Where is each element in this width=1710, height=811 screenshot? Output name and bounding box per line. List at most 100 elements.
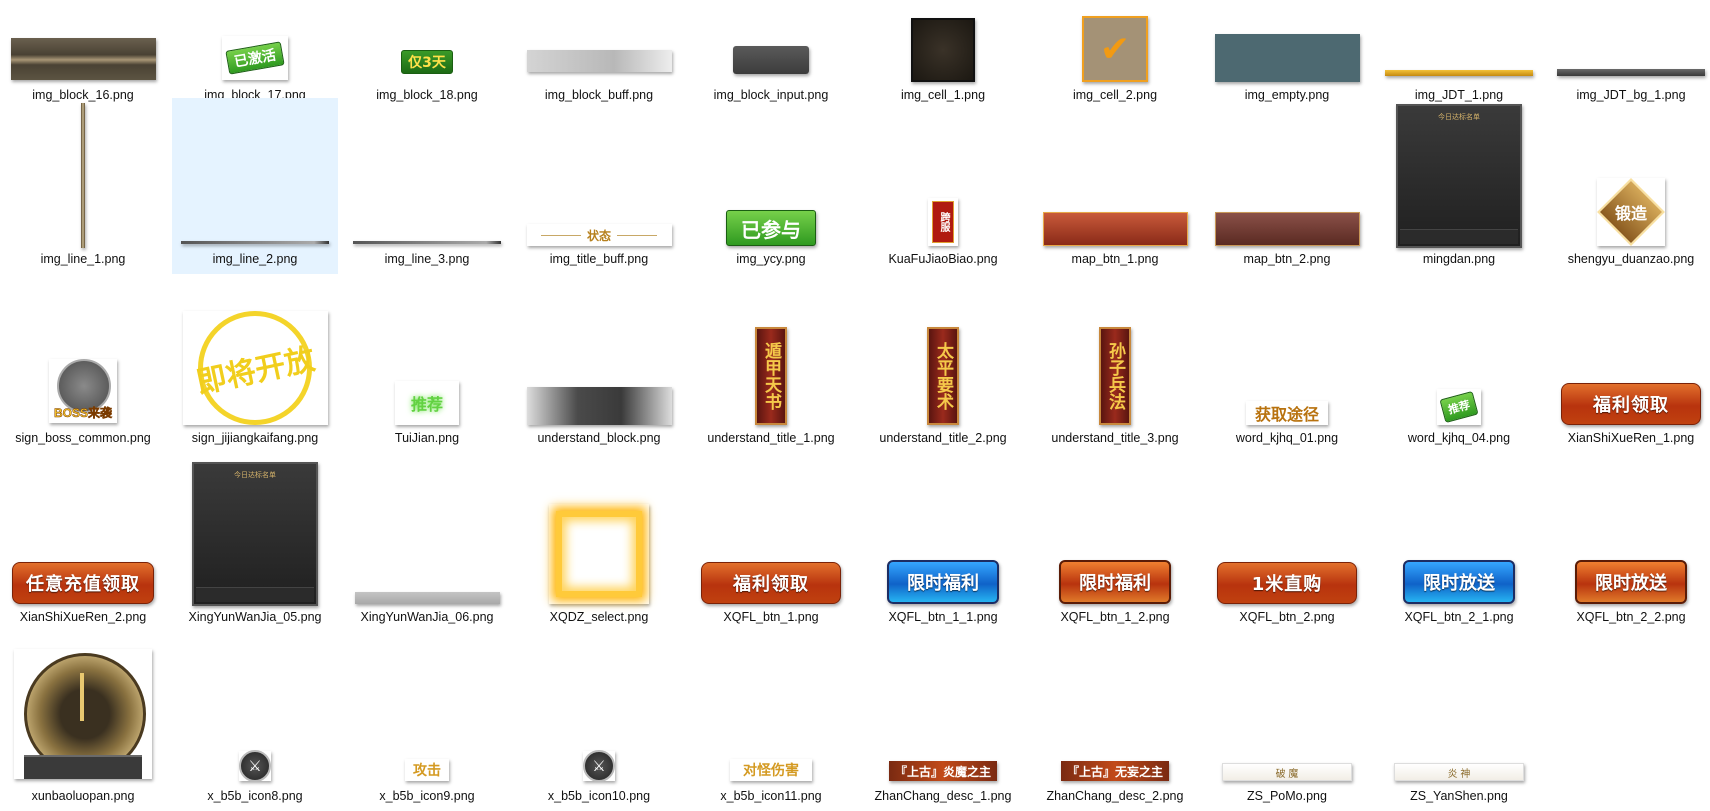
- file-name: understand_block.png: [537, 431, 661, 445]
- thumbnail: 推荐: [1376, 281, 1542, 427]
- thumbnail: 炎 神: [1376, 639, 1542, 785]
- thumbnail: 限时福利: [860, 460, 1026, 606]
- file-tile[interactable]: 1米直购 XQFL_btn_2.png: [1204, 456, 1370, 632]
- file-tile[interactable]: 推荐 TuiJian.png: [344, 277, 510, 453]
- file-tile[interactable]: img_line_2.png: [172, 98, 338, 274]
- thumbnail: [1032, 102, 1198, 248]
- file-tile[interactable]: 任意充值领取 XianShiXueRen_2.png: [0, 456, 166, 632]
- file-tile[interactable]: img_line_1.png: [0, 98, 166, 274]
- file-name: XQFL_btn_2_2.png: [1576, 610, 1686, 624]
- file-tile[interactable]: img_block_buff.png: [516, 0, 682, 110]
- file-tile[interactable]: 福利领取 XQFL_btn_1.png: [688, 456, 854, 632]
- file-name: ZhanChang_desc_1.png: [874, 789, 1012, 803]
- file-name: shengyu_duanzao.png: [1567, 252, 1695, 266]
- thumbnail: 破 魔: [1204, 639, 1370, 785]
- thumbnail: [1204, 102, 1370, 248]
- thumbnail: 今日达标名单: [172, 460, 338, 606]
- file-name: xunbaoluopan.png: [31, 789, 135, 803]
- file-tile[interactable]: 限时放送 XQFL_btn_2_1.png: [1376, 456, 1542, 632]
- file-tile[interactable]: img_JDT_1.png: [1376, 0, 1542, 110]
- file-tile[interactable]: 已激活 img_block_17.png: [172, 0, 338, 110]
- file-tile[interactable]: img_cell_1.png: [860, 0, 1026, 110]
- file-tile[interactable]: 攻击 x_b5b_icon9.png: [344, 635, 510, 811]
- thumbnail: [344, 102, 510, 248]
- file-tile[interactable]: ⚔ x_b5b_icon10.png: [516, 635, 682, 811]
- file-name: XianShiXueRen_1.png: [1567, 431, 1695, 445]
- thumbnail: 状态: [516, 102, 682, 248]
- file-tile[interactable]: ✔ img_cell_2.png: [1032, 0, 1198, 110]
- file-tile[interactable]: 今日达标名单 XingYunWanJia_05.png: [172, 456, 338, 632]
- thumbnail: [0, 102, 166, 248]
- file-tile[interactable]: 对怪伤害 x_b5b_icon11.png: [688, 635, 854, 811]
- file-name: XQFL_btn_1_2.png: [1060, 610, 1170, 624]
- file-tile[interactable]: 状态 img_title_buff.png: [516, 98, 682, 274]
- file-grid: img_block_16.png 已激活 img_block_17.png 仅3…: [0, 0, 1710, 803]
- file-tile[interactable]: 限时福利 XQFL_btn_1_2.png: [1032, 456, 1198, 632]
- file-name: understand_title_3.png: [1051, 431, 1179, 445]
- file-name: TuiJian.png: [394, 431, 460, 445]
- file-tile[interactable]: 获取途径 word_kjhq_01.png: [1204, 277, 1370, 453]
- file-name: XQFL_btn_1.png: [723, 610, 819, 624]
- file-tile[interactable]: 推荐 word_kjhq_04.png: [1376, 277, 1542, 453]
- file-tile[interactable]: 即将开放 sign_jijiangkaifang.png: [172, 277, 338, 453]
- thumbnail: 『上古』炎魔之主: [860, 639, 1026, 785]
- file-tile[interactable]: map_btn_2.png: [1204, 98, 1370, 274]
- thumbnail: BOSS来袭: [0, 281, 166, 427]
- file-tile[interactable]: 跨服 KuaFuJiaoBiao.png: [860, 98, 1026, 274]
- file-tile[interactable]: map_btn_1.png: [1032, 98, 1198, 274]
- thumbnail: 锻造: [1548, 102, 1710, 248]
- file-tile[interactable]: 已参与 img_ycy.png: [688, 98, 854, 274]
- file-tile[interactable]: img_block_16.png: [0, 0, 166, 110]
- thumbnail: 任意充值领取: [0, 460, 166, 606]
- file-tile[interactable]: 孙子兵法 understand_title_3.png: [1032, 277, 1198, 453]
- file-name: XQFL_btn_2_1.png: [1404, 610, 1514, 624]
- thumbnail: 跨服: [860, 102, 1026, 248]
- file-tile[interactable]: 遁甲天书 understand_title_1.png: [688, 277, 854, 453]
- file-tile[interactable]: xunbaoluopan.png: [0, 635, 166, 811]
- file-name: img_line_2.png: [212, 252, 298, 266]
- file-name: img_line_1.png: [40, 252, 126, 266]
- file-tile[interactable]: 限时放送 XQFL_btn_2_2.png: [1548, 456, 1710, 632]
- file-tile[interactable]: 『上古』无妄之主 ZhanChang_desc_2.png: [1032, 635, 1198, 811]
- thumbnail: [0, 0, 166, 84]
- file-name: x_b5b_icon11.png: [720, 789, 822, 803]
- file-name: x_b5b_icon8.png: [207, 789, 303, 803]
- file-tile[interactable]: 『上古』炎魔之主 ZhanChang_desc_1.png: [860, 635, 1026, 811]
- file-name: sign_boss_common.png: [15, 431, 151, 445]
- file-name: word_kjhq_01.png: [1235, 431, 1339, 445]
- file-tile[interactable]: 破 魔 ZS_PoMo.png: [1204, 635, 1370, 811]
- file-tile[interactable]: img_empty.png: [1204, 0, 1370, 110]
- file-name: understand_title_1.png: [707, 431, 835, 445]
- thumbnail: [516, 460, 682, 606]
- file-tile[interactable]: img_block_input.png: [688, 0, 854, 110]
- file-name: KuaFuJiaoBiao.png: [888, 252, 998, 266]
- file-tile[interactable]: 福利领取 XianShiXueRen_1.png: [1548, 277, 1710, 453]
- file-tile[interactable]: 炎 神 ZS_YanShen.png: [1376, 635, 1542, 811]
- file-tile[interactable]: 限时福利 XQFL_btn_1_1.png: [860, 456, 1026, 632]
- file-tile[interactable]: 仅3天 img_block_18.png: [344, 0, 510, 110]
- file-tile[interactable]: 今日达标名单 mingdan.png: [1376, 98, 1542, 274]
- file-tile[interactable]: ⚔ x_b5b_icon8.png: [172, 635, 338, 811]
- thumbnail: 已参与: [688, 102, 854, 248]
- file-name: map_btn_2.png: [1243, 252, 1331, 266]
- thumbnail: 今日达标名单: [1376, 102, 1542, 248]
- file-name: sign_jijiangkaifang.png: [191, 431, 319, 445]
- file-tile[interactable]: XingYunWanJia_06.png: [344, 456, 510, 632]
- file-tile[interactable]: img_line_3.png: [344, 98, 510, 274]
- file-tile[interactable]: BOSS来袭 sign_boss_common.png: [0, 277, 166, 453]
- file-tile[interactable]: img_JDT_bg_1.png: [1548, 0, 1710, 110]
- file-tile[interactable]: 锻造 shengyu_duanzao.png: [1548, 98, 1710, 274]
- thumbnail: 限时放送: [1376, 460, 1542, 606]
- file-tile[interactable]: understand_block.png: [516, 277, 682, 453]
- checkmark-icon: ✔: [1099, 28, 1131, 69]
- thumbnail: 太平要术: [860, 281, 1026, 427]
- thumbnail: [0, 639, 166, 785]
- file-tile[interactable]: XQDZ_select.png: [516, 456, 682, 632]
- thumbnail: [1376, 0, 1542, 84]
- file-name: ZS_YanShen.png: [1410, 789, 1508, 803]
- thumbnail: 即将开放: [172, 281, 338, 427]
- file-tile[interactable]: 太平要术 understand_title_2.png: [860, 277, 1026, 453]
- thumbnail: [860, 0, 1026, 84]
- file-name: img_ycy.png: [736, 252, 806, 266]
- file-name: x_b5b_icon9.png: [379, 789, 475, 803]
